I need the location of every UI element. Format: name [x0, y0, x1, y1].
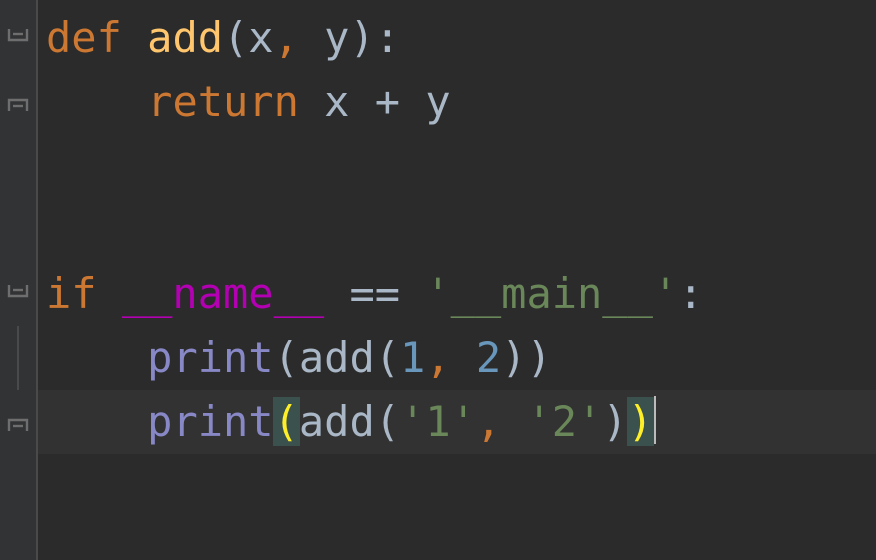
code-token: , — [274, 13, 325, 62]
code-line[interactable] — [38, 198, 876, 262]
code-token: )) — [501, 333, 552, 382]
matched-brace: ( — [273, 397, 300, 446]
code-token: 2 — [476, 333, 501, 382]
code-token: return — [147, 77, 324, 126]
fold-toggle-icon[interactable] — [6, 26, 30, 50]
fold-toggle-icon[interactable] — [6, 282, 30, 306]
code-token: print — [147, 397, 273, 446]
code-token: ) — [602, 397, 627, 446]
gutter — [0, 0, 38, 560]
code-token: __name__ — [122, 269, 350, 318]
code-token: y): — [324, 13, 400, 62]
code-token: '2' — [526, 397, 602, 446]
code-token: , — [476, 397, 527, 446]
matched-brace: ) — [627, 397, 654, 446]
code-area[interactable]: def add(x, y): return x + yif __name__ =… — [38, 0, 876, 560]
code-token: (x — [223, 13, 274, 62]
code-token: + — [375, 77, 400, 126]
fold-end-icon — [6, 410, 30, 434]
code-token: x — [324, 77, 375, 126]
code-line[interactable]: print(add('1', '2')) — [38, 390, 876, 454]
code-token: if — [46, 269, 122, 318]
code-token: : — [678, 269, 703, 318]
code-line[interactable]: def add(x, y): — [38, 6, 876, 70]
code-token: == — [349, 269, 425, 318]
code-token: ( — [274, 333, 299, 382]
code-token: '__main__' — [425, 269, 678, 318]
code-token: def — [46, 13, 147, 62]
code-token: add — [147, 13, 223, 62]
code-token: '1' — [400, 397, 476, 446]
code-token: y — [400, 77, 451, 126]
code-line[interactable] — [38, 134, 876, 198]
code-token: print — [147, 333, 273, 382]
code-editor[interactable]: def add(x, y): return x + yif __name__ =… — [0, 0, 876, 560]
fold-end-icon — [6, 90, 30, 114]
code-token: add( — [299, 333, 400, 382]
code-token: , — [425, 333, 476, 382]
code-line[interactable]: print(add(1, 2)) — [38, 326, 876, 390]
code-line[interactable]: return x + y — [38, 70, 876, 134]
code-line[interactable]: if __name__ == '__main__': — [38, 262, 876, 326]
text-caret — [654, 396, 656, 444]
code-token: 1 — [400, 333, 425, 382]
code-token: add( — [299, 397, 400, 446]
